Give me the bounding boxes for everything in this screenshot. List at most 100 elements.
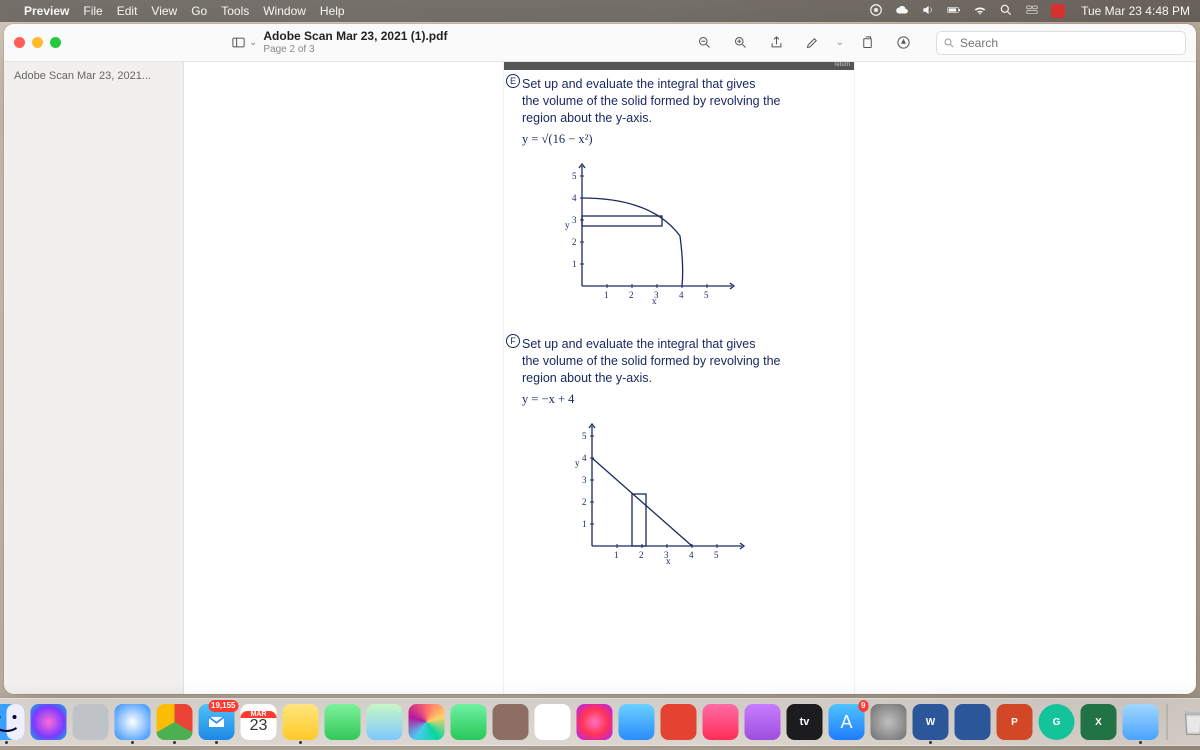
- dock-calendar[interactable]: MAR23: [241, 704, 277, 740]
- chevron-down-icon[interactable]: ⌄: [836, 37, 844, 48]
- problem-e-line1: Set up and evaluate the integral that gi…: [522, 76, 844, 93]
- svg-text:3: 3: [664, 550, 669, 560]
- search-field[interactable]: [936, 31, 1186, 55]
- menu-help[interactable]: Help: [320, 4, 345, 18]
- svg-text:1: 1: [572, 259, 577, 269]
- dock-itunes[interactable]: [577, 704, 613, 740]
- share-button[interactable]: [764, 30, 790, 56]
- close-button[interactable]: [14, 37, 25, 48]
- problem-f-graph: y x 1 2 3 4 5 1 2 3 4 5: [562, 416, 752, 566]
- dock-siri[interactable]: [31, 704, 67, 740]
- problem-f-line1: Set up and evaluate the integral that gi…: [522, 336, 844, 353]
- dock-trash[interactable]: [1176, 704, 1200, 740]
- desktop: Preview File Edit View Go Tools Window H…: [0, 0, 1200, 750]
- markup-button[interactable]: [800, 30, 826, 56]
- problem-e-graph: y x 1 2 3 4 5 1 2 3 4 5: [552, 156, 742, 306]
- svg-text:5: 5: [714, 550, 719, 560]
- volume-icon[interactable]: [921, 3, 935, 20]
- titlebar: ⌄ Adobe Scan Mar 23, 2021 (1).pdf Page 2…: [4, 24, 1196, 62]
- fullscreen-button[interactable]: [50, 37, 61, 48]
- dock-excel[interactable]: X: [1081, 704, 1117, 740]
- svg-text:1: 1: [582, 519, 587, 529]
- info-button[interactable]: [890, 30, 916, 56]
- sidebar-toggle-button[interactable]: [225, 30, 251, 56]
- dock-safari[interactable]: [115, 704, 151, 740]
- app-name[interactable]: Preview: [24, 4, 69, 18]
- wifi-icon[interactable]: [973, 3, 987, 20]
- sidebar-thumb-label[interactable]: Adobe Scan Mar 23, 2021...: [14, 70, 173, 82]
- svg-text:4: 4: [679, 290, 684, 300]
- menu-edit[interactable]: Edit: [117, 4, 138, 18]
- dock-onedrive[interactable]: [955, 704, 991, 740]
- dock-launchpad[interactable]: [73, 704, 109, 740]
- zoom-status-icon[interactable]: [869, 3, 883, 20]
- spotlight-icon[interactable]: [999, 3, 1013, 20]
- menu-tools[interactable]: Tools: [221, 4, 249, 18]
- svg-text:4: 4: [572, 193, 577, 203]
- svg-text:3: 3: [572, 215, 577, 225]
- dock-music[interactable]: [703, 704, 739, 740]
- menu-go[interactable]: Go: [191, 4, 207, 18]
- menu-view[interactable]: View: [151, 4, 177, 18]
- zoom-out-button[interactable]: [692, 30, 718, 56]
- dock-preview[interactable]: [1123, 704, 1159, 740]
- dock-tv[interactable]: tv: [787, 704, 823, 740]
- problem-f-line3: region about the y-axis.: [522, 370, 844, 387]
- dock-photos[interactable]: [409, 704, 445, 740]
- problem-f-label: F: [506, 334, 520, 348]
- chevron-down-icon[interactable]: ⌄: [249, 37, 257, 48]
- dock-grammarly[interactable]: G: [1039, 704, 1075, 740]
- problem-f-line2: the volume of the solid formed by revolv…: [522, 353, 844, 370]
- zoom-in-button[interactable]: [728, 30, 754, 56]
- dock-facetime[interactable]: [451, 704, 487, 740]
- document-canvas[interactable]: return E Set up and evaluate the integra…: [184, 62, 1196, 694]
- adobe-menu-icon[interactable]: [1051, 4, 1065, 18]
- dock-word[interactable]: W: [913, 704, 949, 740]
- preview-window: ⌄ Adobe Scan Mar 23, 2021 (1).pdf Page 2…: [4, 24, 1196, 694]
- svg-text:y: y: [565, 220, 570, 230]
- svg-text:5: 5: [572, 171, 577, 181]
- clock[interactable]: Tue Mar 23 4:48 PM: [1077, 4, 1190, 18]
- dock-notes[interactable]: [283, 704, 319, 740]
- svg-text:5: 5: [582, 431, 587, 441]
- svg-text:5: 5: [704, 290, 709, 300]
- problem-f: F Set up and evaluate the integral that …: [504, 332, 854, 572]
- minimize-button[interactable]: [32, 37, 43, 48]
- cloud-icon[interactable]: [895, 3, 909, 20]
- problem-e-label: E: [506, 74, 520, 88]
- svg-text:3: 3: [582, 475, 587, 485]
- menu-window[interactable]: Window: [263, 4, 306, 18]
- svg-text:4: 4: [689, 550, 694, 560]
- dock-messages[interactable]: [325, 704, 361, 740]
- pdf-page: return E Set up and evaluate the integra…: [504, 62, 854, 694]
- dock-finder[interactable]: [0, 704, 25, 740]
- control-center-icon[interactable]: [1025, 3, 1039, 20]
- dock-chrome[interactable]: [157, 704, 193, 740]
- dock-mail[interactable]: 19,155: [199, 704, 235, 740]
- document-title: Adobe Scan Mar 23, 2021 (1).pdf: [263, 30, 447, 43]
- sidebar[interactable]: Adobe Scan Mar 23, 2021...: [4, 62, 184, 694]
- problem-e: E Set up and evaluate the integral that …: [504, 72, 854, 312]
- svg-text:2: 2: [572, 237, 577, 247]
- problem-e-line3: region about the y-axis.: [522, 110, 844, 127]
- dock-podcasts[interactable]: [745, 704, 781, 740]
- dock-videos[interactable]: [619, 704, 655, 740]
- dock-separator: [1167, 704, 1168, 740]
- search-input[interactable]: [960, 36, 1179, 50]
- svg-text:2: 2: [582, 497, 587, 507]
- menu-file[interactable]: File: [83, 4, 102, 18]
- svg-text:4: 4: [582, 453, 587, 463]
- dock-appstore[interactable]: A9: [829, 704, 865, 740]
- dock-contacts[interactable]: [493, 704, 529, 740]
- dock-maps[interactable]: [367, 704, 403, 740]
- ruler-strip: return: [504, 62, 854, 70]
- dock-reminders[interactable]: [535, 704, 571, 740]
- rotate-button[interactable]: [854, 30, 880, 56]
- menubar: Preview File Edit View Go Tools Window H…: [0, 0, 1200, 22]
- dock-todoist[interactable]: [661, 704, 697, 740]
- dock-settings[interactable]: [871, 704, 907, 740]
- dock-powerpoint[interactable]: P: [997, 704, 1033, 740]
- battery-icon[interactable]: [947, 3, 961, 20]
- problem-e-equation: y = √(16 − x²): [522, 131, 844, 148]
- page-indicator: Page 2 of 3: [263, 44, 447, 55]
